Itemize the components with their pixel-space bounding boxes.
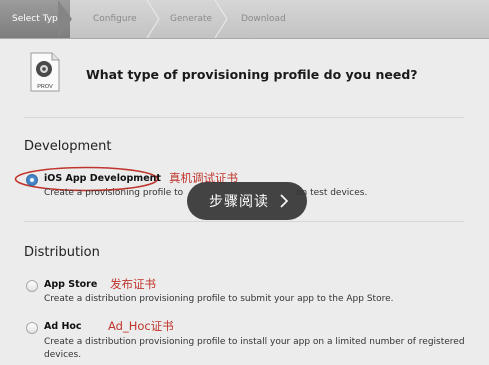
option-label-ad-hoc[interactable]: Ad Hoc — [44, 321, 82, 332]
section-title-development: Development — [24, 139, 112, 154]
option-description-app-store: Create a distribution provisioning profi… — [44, 294, 394, 304]
option-label-app-store[interactable]: App Store — [44, 279, 97, 290]
step-separator-icon — [146, 0, 160, 38]
section-title-distribution: Distribution — [24, 245, 100, 260]
step-bar: Select Type Configure Generate Download — [0, 0, 489, 39]
step-download[interactable]: Download — [241, 0, 286, 38]
annotation-ad-hoc: Ad_Hoc证书 — [108, 319, 174, 333]
step-reading-label: 步骤阅读 — [209, 194, 269, 210]
step-reading-button[interactable]: 步骤阅读 — [187, 182, 307, 220]
step-configure[interactable]: Configure — [93, 0, 137, 38]
radio-ios-app-development[interactable] — [26, 174, 38, 186]
step-separator-icon — [58, 0, 72, 38]
radio-app-store[interactable] — [26, 280, 38, 292]
page-question: What type of provisioning profile do you… — [86, 67, 418, 82]
option-label-ios-app-development[interactable]: iOS App Development — [44, 173, 161, 184]
divider — [24, 221, 464, 222]
step-generate[interactable]: Generate — [170, 0, 212, 38]
radio-ad-hoc[interactable] — [26, 322, 38, 334]
option-description-ad-hoc: Create a distribution provisioning profi… — [44, 337, 465, 347]
chevron-right-icon — [280, 194, 289, 208]
option-description-ios-app-development: Create a provisioning profile to — [44, 188, 184, 198]
provisioning-profile-icon: PROV — [30, 52, 60, 92]
option-description-ad-hoc-line2: devices. — [44, 350, 82, 360]
annotation-app-store: 发布证书 — [110, 277, 156, 291]
prov-icon-label: PROV — [37, 84, 53, 90]
divider — [24, 117, 464, 118]
step-separator-icon — [214, 0, 228, 38]
